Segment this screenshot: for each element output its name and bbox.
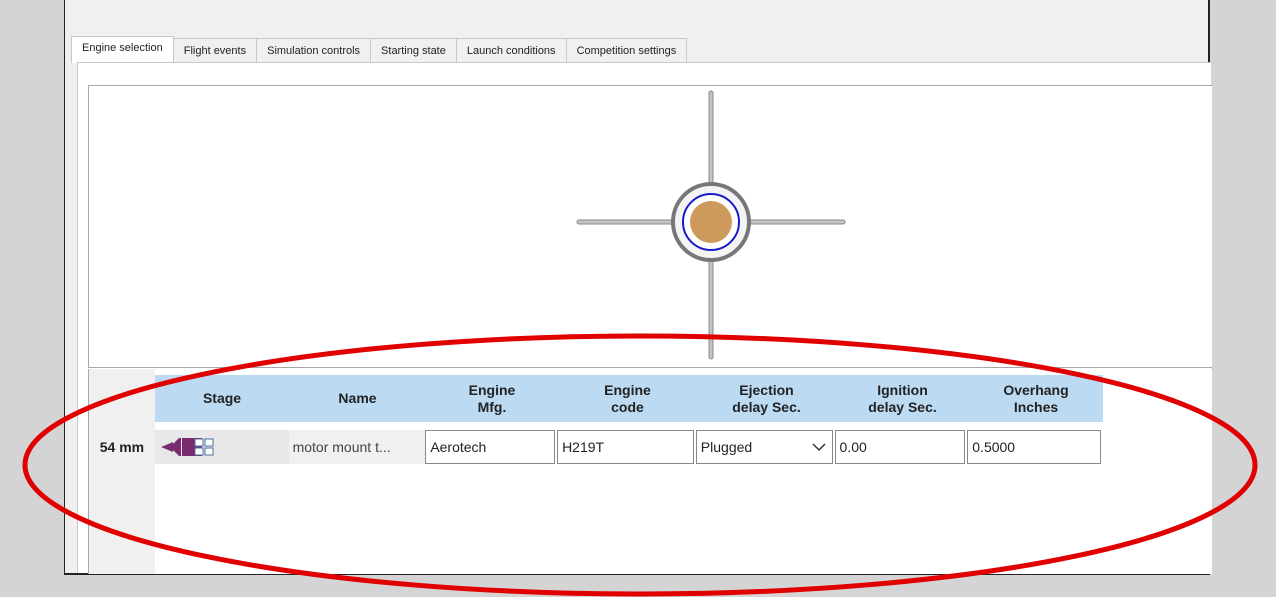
rocket-nose-shape <box>160 442 173 452</box>
motor-mount-name: motor mount t... <box>288 430 426 464</box>
row-header-strip <box>89 369 155 574</box>
header-engine-code: Engine code <box>558 375 697 422</box>
header-overhang-line1: Overhang <box>1003 381 1069 398</box>
tab-simulation-controls[interactable]: Simulation controls <box>257 38 372 62</box>
header-overhang: Overhang Inches <box>969 375 1103 422</box>
engine-selection-panel: Stage Name Engine Mfg. Engine code Ejectio… <box>77 62 1212 574</box>
ejection-delay-dropdown[interactable]: Plugged <box>695 430 833 464</box>
stage-2-bottom <box>194 447 204 456</box>
tab-competition-settings[interactable]: Competition settings <box>566 38 688 62</box>
header-ejection-line1: Ejection <box>739 381 794 398</box>
header-ignition-line1: Ignition <box>877 381 928 398</box>
header-engine-code-line2: code <box>611 398 644 415</box>
chevron-down-icon[interactable] <box>812 442 826 452</box>
row-label: 54 mm <box>99 439 145 455</box>
header-ejection-delay: Ejection delay Sec. <box>697 375 836 422</box>
header-name-label: Name <box>338 390 377 406</box>
header-ejection-line2: delay Sec. <box>732 398 801 415</box>
stage-cell[interactable] <box>154 430 289 464</box>
header-stage: Stage <box>155 375 289 422</box>
header-ignition-line2: delay Sec. <box>868 398 937 415</box>
stage-3-bottom <box>204 447 214 456</box>
tab-engine-selection[interactable]: Engine selection <box>71 36 174 63</box>
tab-starting-state[interactable]: Starting state <box>371 38 457 62</box>
overhang-field[interactable]: 0.5000 <box>967 430 1101 464</box>
tab-launch-conditions[interactable]: Launch conditions <box>456 38 567 62</box>
grid-header-row: Stage Name Engine Mfg. Engine code Ejectio… <box>155 375 1103 422</box>
header-stage-label: Stage <box>202 390 242 406</box>
ejection-delay-value: Plugged <box>700 439 753 455</box>
motor-mount-diagram <box>576 90 846 360</box>
tab-bar: Engine selection Flight events Simulatio… <box>71 36 688 63</box>
engine-grid: Stage Name Engine Mfg. Engine code Ejectio… <box>88 369 1212 574</box>
header-engine-code-line1: Engine <box>604 381 651 398</box>
rocket-fin-top <box>172 438 181 444</box>
header-ignition-delay: Ignition delay Sec. <box>836 375 969 422</box>
header-name: Name <box>289 375 426 422</box>
simulation-window: Engine selection Flight events Simulatio… <box>64 0 1212 575</box>
engine-row: 54 mm motor mount t... Aerotech H219T Pl… <box>89 427 1103 467</box>
motor-circle <box>690 201 732 243</box>
header-overhang-line2: Inches <box>1013 398 1059 415</box>
engine-code-field[interactable]: H219T <box>557 430 694 464</box>
stage-selector-icon[interactable] <box>159 436 215 458</box>
engine-mfg-field[interactable]: Aerotech <box>425 430 556 464</box>
header-engine-mfg-line1: Engine <box>468 381 516 398</box>
header-engine-mfg-line2: Mfg. <box>477 398 507 415</box>
rocket-fin-bottom <box>172 450 181 456</box>
ignition-delay-field[interactable]: 0.00 <box>834 430 966 464</box>
motor-mount-preview <box>88 85 1212 368</box>
header-engine-mfg: Engine Mfg. <box>426 375 558 422</box>
stage-2-top <box>194 438 204 447</box>
rocket-body-shape <box>172 444 181 450</box>
tab-flight-events[interactable]: Flight events <box>173 38 258 62</box>
stage-3-top <box>204 438 214 447</box>
